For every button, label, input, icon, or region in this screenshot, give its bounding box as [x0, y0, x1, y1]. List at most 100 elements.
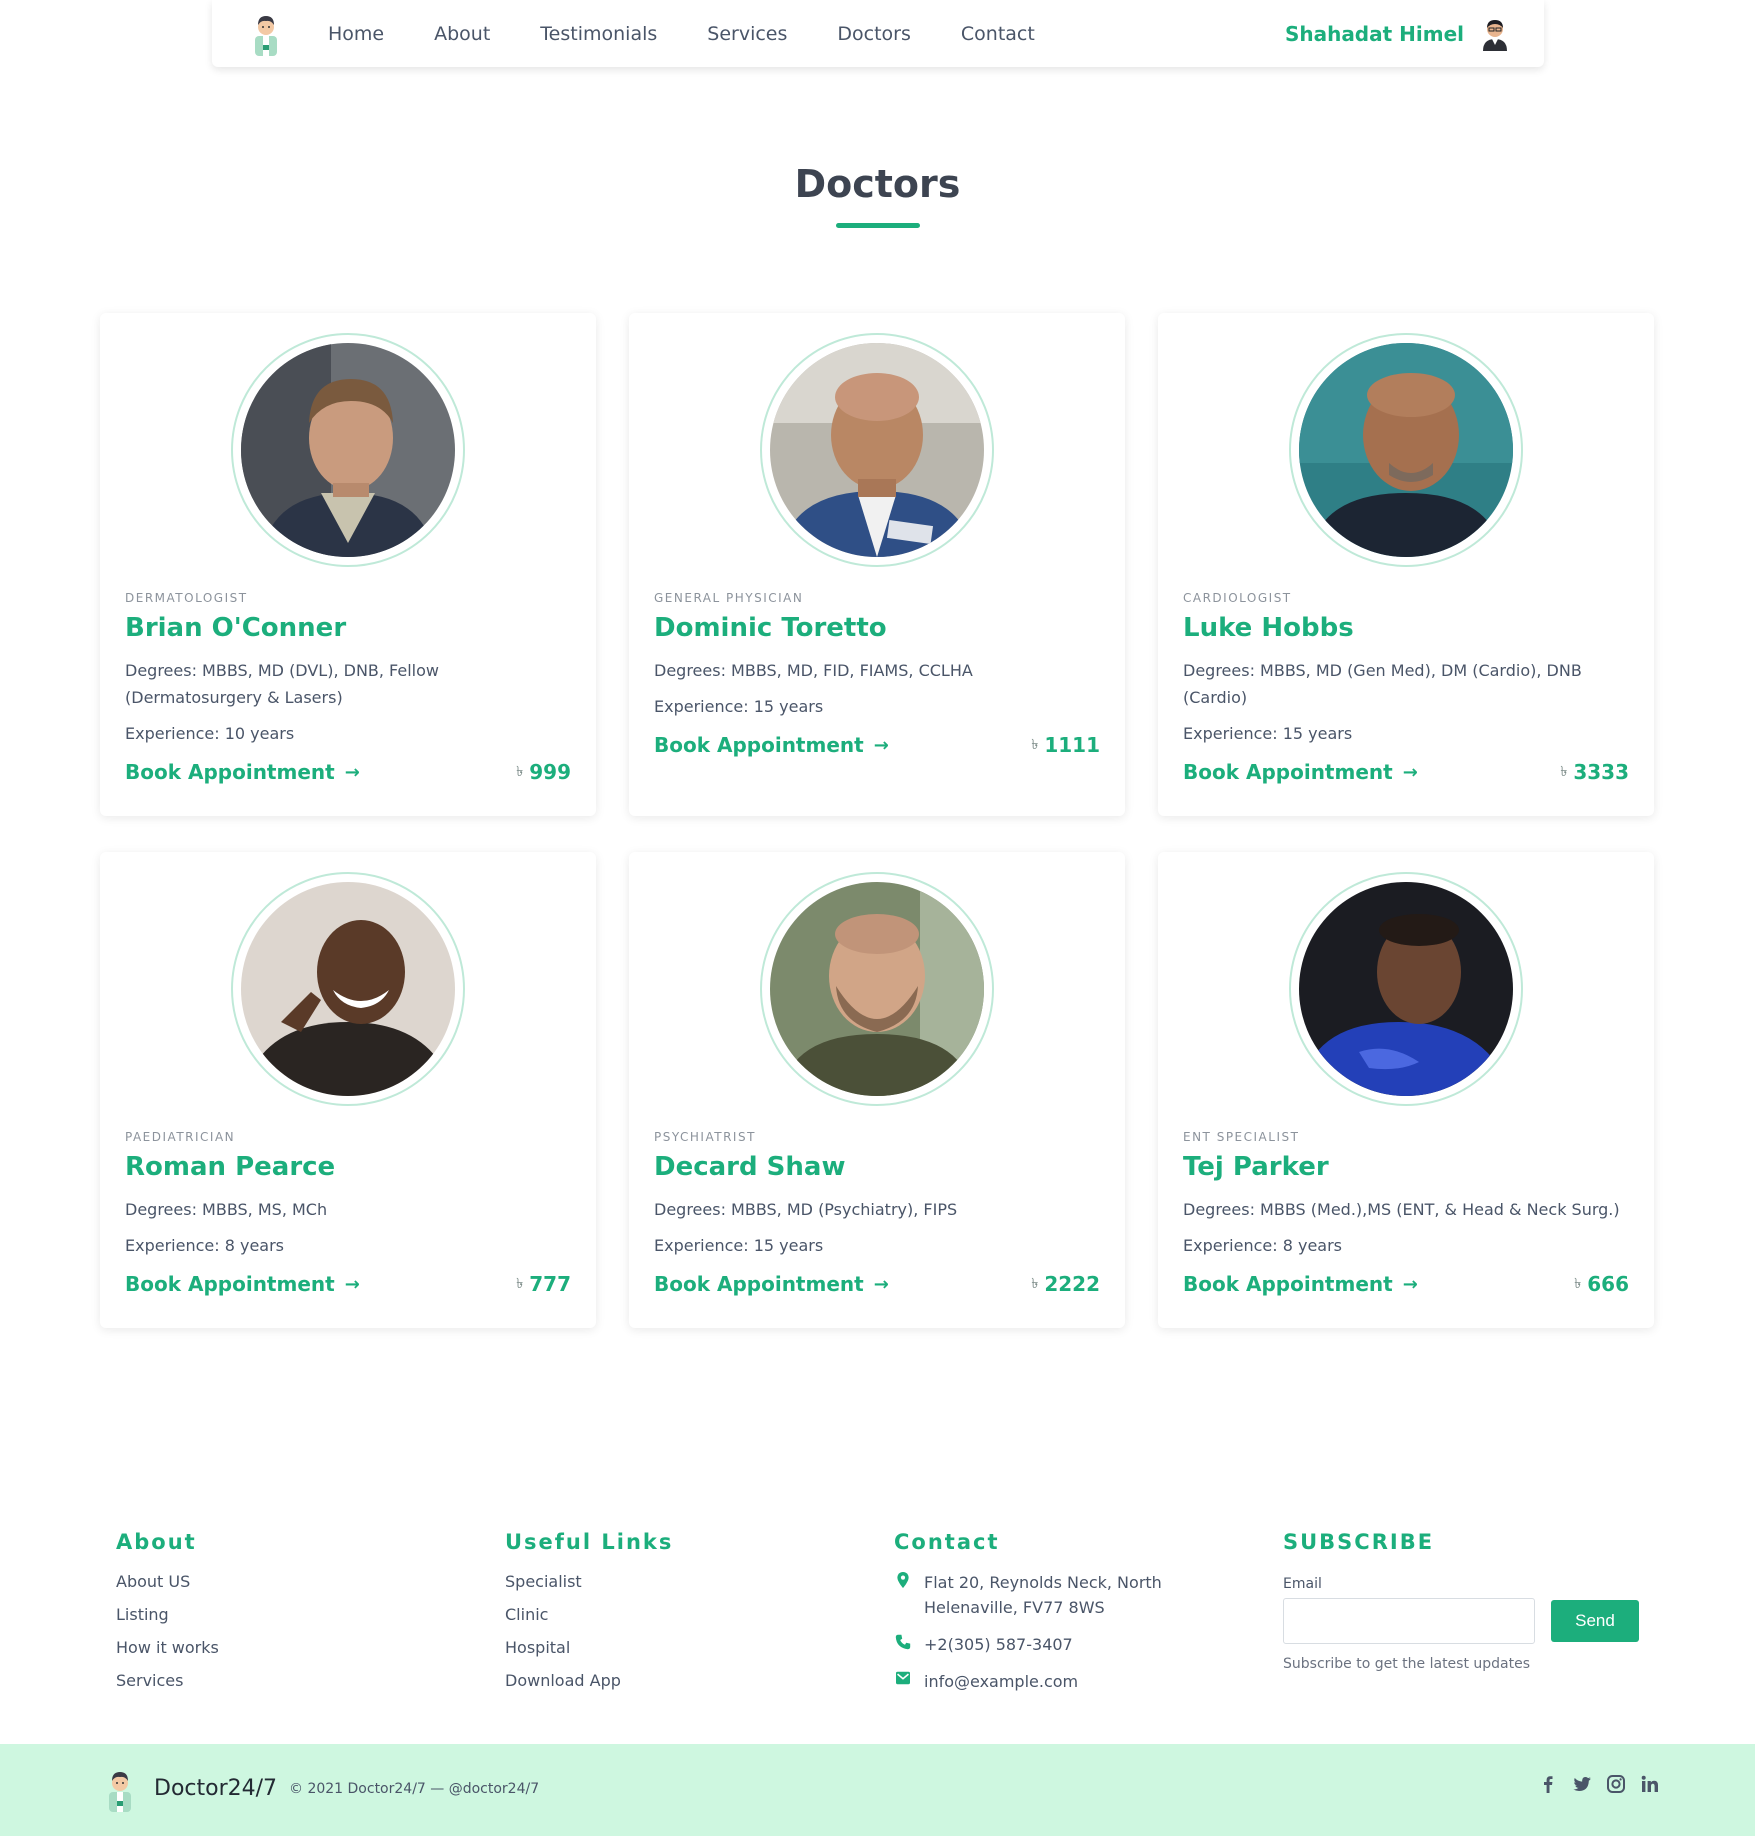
- doctor-photo: [770, 343, 984, 557]
- twitter-icon[interactable]: [1572, 1774, 1592, 1794]
- card-body: CARDIOLOGIST Luke Hobbs Degrees: MBBS, M…: [1183, 591, 1629, 784]
- book-appointment-link[interactable]: Book Appointment →: [654, 1272, 889, 1296]
- doctor-price: ৳ 777: [516, 1272, 571, 1296]
- doctor-photo: [241, 343, 455, 557]
- contact-email: info@example.com: [894, 1669, 1246, 1694]
- subscribe-email-input[interactable]: [1283, 1598, 1535, 1644]
- doctor-price: ৳ 3333: [1560, 760, 1629, 784]
- taka-icon: ৳: [516, 1276, 524, 1292]
- doctor-degrees: Degrees: MBBS, MS, MCh: [125, 1200, 328, 1219]
- book-appointment-link[interactable]: Book Appointment →: [1183, 760, 1418, 784]
- doctor-degrees: Degrees: MBBS (Med.),MS (ENT, & Head & N…: [1183, 1200, 1620, 1219]
- nav-home[interactable]: Home: [328, 23, 384, 45]
- footer-link-listing[interactable]: Listing: [116, 1605, 456, 1638]
- footer-link-download-app[interactable]: Download App: [505, 1671, 845, 1704]
- book-appointment-label: Book Appointment: [125, 1272, 335, 1296]
- subscribe-send-button[interactable]: Send: [1551, 1600, 1639, 1642]
- contact-phone: +2(305) 587-3407: [894, 1632, 1246, 1657]
- arrow-right-icon: →: [1402, 1273, 1418, 1295]
- facebook-icon[interactable]: [1538, 1774, 1558, 1794]
- subscribe-email-label: Email: [1283, 1576, 1322, 1592]
- instagram-icon[interactable]: [1606, 1774, 1626, 1794]
- user-avatar[interactable]: [1480, 17, 1510, 51]
- avatar-ring: [231, 872, 465, 1106]
- book-appointment-label: Book Appointment: [1183, 1272, 1393, 1296]
- price-value: 999: [529, 760, 571, 784]
- book-appointment-link[interactable]: Book Appointment →: [654, 733, 889, 757]
- footer-link-how-it-works[interactable]: How it works: [116, 1638, 456, 1671]
- book-appointment-label: Book Appointment: [1183, 760, 1393, 784]
- footer-link-hospital[interactable]: Hospital: [505, 1638, 845, 1671]
- book-appointment-link[interactable]: Book Appointment →: [125, 1272, 360, 1296]
- taka-icon: ৳: [1574, 1276, 1582, 1292]
- doctor-specialty: PAEDIATRICIAN: [125, 1130, 236, 1144]
- subscribe-form: Send: [1283, 1598, 1643, 1644]
- price-value: 777: [529, 1272, 571, 1296]
- footer-link-services[interactable]: Services: [116, 1671, 456, 1704]
- doctor-experience: Experience: 8 years: [1183, 1236, 1342, 1255]
- arrow-right-icon: →: [873, 1273, 889, 1295]
- doctor-specialty: PSYCHIATRIST: [654, 1130, 756, 1144]
- avatar-ring: [760, 333, 994, 567]
- arrow-right-icon: →: [1402, 761, 1418, 783]
- user-name[interactable]: Shahadat Himel: [1285, 22, 1464, 46]
- doctor-photo: [241, 882, 455, 1096]
- doctor-card: PAEDIATRICIAN Roman Pearce Degrees: MBBS…: [100, 852, 596, 1328]
- doctor-logo-icon[interactable]: [252, 12, 280, 56]
- footer-useful-links: Useful Links Specialist Clinic Hospital …: [505, 1530, 845, 1704]
- taka-icon: ৳: [1560, 764, 1568, 780]
- nav-user[interactable]: Shahadat Himel: [1285, 0, 1510, 67]
- doctor-specialty: ENT SPECIALIST: [1183, 1130, 1300, 1144]
- book-appointment-label: Book Appointment: [125, 760, 335, 784]
- avatar-ring: [1289, 872, 1523, 1106]
- linkedin-icon[interactable]: [1640, 1774, 1660, 1794]
- title-underline: [836, 223, 920, 228]
- doctor-experience: Experience: 8 years: [125, 1236, 284, 1255]
- doctor-logo-icon[interactable]: [106, 1768, 134, 1812]
- contact-phone-text[interactable]: +2(305) 587-3407: [924, 1632, 1073, 1657]
- card-body: GENERAL PHYSICIAN Dominic Toretto Degree…: [654, 591, 1100, 757]
- footer-link-clinic[interactable]: Clinic: [505, 1605, 845, 1638]
- book-appointment-label: Book Appointment: [654, 733, 864, 757]
- card-body: PSYCHIATRIST Decard Shaw Degrees: MBBS, …: [654, 1130, 1100, 1296]
- footer-subscribe-heading: SUBSCRIBE: [1283, 1530, 1435, 1554]
- contact-list: Flat 20, Reynolds Neck, North Helenavill…: [894, 1570, 1246, 1694]
- social-links: [1538, 1774, 1660, 1794]
- doctor-price: ৳ 999: [516, 760, 571, 784]
- doctor-name: Dominic Toretto: [654, 613, 887, 643]
- footer-contact-heading: Contact: [894, 1530, 1000, 1554]
- price-value: 1111: [1044, 733, 1100, 757]
- nav-services[interactable]: Services: [707, 23, 787, 45]
- book-appointment-link[interactable]: Book Appointment →: [125, 760, 360, 784]
- doctor-experience: Experience: 15 years: [654, 1236, 824, 1255]
- doctor-name: Roman Pearce: [125, 1152, 336, 1182]
- bottom-bar: Doctor24/7 © 2021 Doctor24/7 — @doctor24…: [0, 1744, 1755, 1836]
- doctor-price: ৳ 666: [1574, 1272, 1629, 1296]
- card-footer: Book Appointment → ৳ 999: [125, 760, 571, 784]
- price-value: 3333: [1573, 760, 1629, 784]
- footer-link-specialist[interactable]: Specialist: [505, 1572, 845, 1605]
- doctor-degrees: Degrees: MBBS, MD, FID, FIAMS, CCLHA: [654, 661, 973, 680]
- arrow-right-icon: →: [873, 734, 889, 756]
- contact-email-text[interactable]: info@example.com: [924, 1669, 1078, 1694]
- doctor-card: ENT SPECIALIST Tej Parker Degrees: MBBS …: [1158, 852, 1654, 1328]
- footer-useful-heading: Useful Links: [505, 1530, 674, 1554]
- doctor-photo: [770, 882, 984, 1096]
- card-body: ENT SPECIALIST Tej Parker Degrees: MBBS …: [1183, 1130, 1629, 1296]
- nav-about[interactable]: About: [434, 23, 490, 45]
- nav-doctors[interactable]: Doctors: [837, 23, 911, 45]
- doctor-price: ৳ 2222: [1031, 1272, 1100, 1296]
- footer-link-about-us[interactable]: About US: [116, 1572, 456, 1605]
- avatar-ring: [760, 872, 994, 1106]
- nav-contact[interactable]: Contact: [961, 23, 1035, 45]
- footer-subscribe: SUBSCRIBE Email Send Subscribe to get th…: [1283, 1530, 1643, 1672]
- contact-address: Flat 20, Reynolds Neck, North Helenavill…: [894, 1570, 1246, 1620]
- nav-testimonials[interactable]: Testimonials: [540, 23, 657, 45]
- subscribe-note: Subscribe to get the latest updates: [1283, 1656, 1531, 1672]
- footer-brand[interactable]: Doctor24/7: [154, 1776, 277, 1801]
- book-appointment-link[interactable]: Book Appointment →: [1183, 1272, 1418, 1296]
- taka-icon: ৳: [1031, 737, 1039, 753]
- taka-icon: ৳: [516, 764, 524, 780]
- doctor-degrees: Degrees: MBBS, MD (DVL), DNB, Fellow (De…: [125, 661, 439, 707]
- footer-about: About About US Listing How it works Serv…: [116, 1530, 456, 1704]
